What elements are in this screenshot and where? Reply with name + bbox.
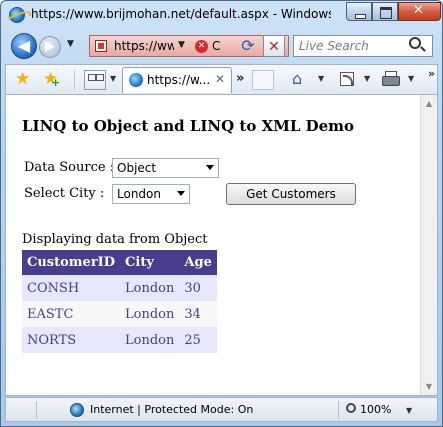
vertical-scrollbar[interactable]: ▲ ▼: [420, 95, 437, 395]
data-source-select[interactable]: Object: [112, 158, 219, 178]
chevron-down-icon: [206, 165, 214, 170]
window-title: https://www.brijmohan.net/default.aspx -…: [31, 7, 331, 21]
close-window-button[interactable]: [398, 2, 441, 21]
table-cell: 34: [179, 301, 217, 327]
zoom-dropdown-icon[interactable]: ▼: [406, 406, 412, 415]
home-icon[interactable]: ⌂: [292, 70, 302, 88]
print-icon[interactable]: [382, 71, 400, 86]
page-heading: LINQ to Object and LINQ to XML Demo: [22, 117, 355, 135]
internet-zone-icon[interactable]: [70, 403, 84, 417]
new-tab-button[interactable]: [252, 70, 274, 90]
table-cell: CONSH: [22, 275, 121, 301]
maximize-button[interactable]: [372, 2, 398, 21]
table-row: EASTC London 34: [22, 301, 217, 327]
column-header: City: [120, 250, 180, 275]
refresh-button[interactable]: ⟳: [237, 35, 259, 57]
status-bar: Internet | Protected Mode: On 100% ▼: [5, 397, 438, 422]
table-cell: London: [120, 301, 180, 327]
data-source-value: Object: [117, 161, 157, 175]
home-dropdown-icon[interactable]: ▼: [318, 74, 324, 83]
toolbar-separator: [74, 70, 75, 90]
print-dropdown-icon[interactable]: ▼: [408, 74, 414, 83]
tab-bar: ★ ★ ▼ https://w... ✕ » ⌂ ▼ ▼ ▼ »: [5, 64, 438, 94]
feeds-icon[interactable]: [340, 72, 354, 86]
column-header: Age: [179, 250, 217, 275]
page-content: LINQ to Object and LINQ to XML Demo Data…: [6, 95, 421, 395]
select-city-value: London: [117, 187, 161, 201]
table-cell: 25: [179, 327, 217, 353]
more-commands-icon[interactable]: »: [428, 67, 435, 80]
stop-button[interactable]: ✕: [263, 35, 285, 57]
title-bar[interactable]: https://www.brijmohan.net/default.aspx -…: [1, 1, 442, 31]
favorites-star-icon[interactable]: ★: [15, 70, 30, 88]
tab-ie-icon: [129, 73, 143, 87]
scroll-down-icon[interactable]: ▼: [423, 382, 435, 391]
search-placeholder: Live Search: [299, 39, 369, 53]
status-separator: [36, 401, 37, 419]
security-zone-text[interactable]: Internet | Protected Mode: On: [90, 403, 253, 416]
quick-tabs-icon[interactable]: [84, 70, 106, 90]
table-cell: London: [120, 275, 180, 301]
table-row: CONSH London 30: [22, 275, 217, 301]
forward-button[interactable]: ▶: [39, 36, 61, 58]
navigation-bar: ◀ ▶ ▼ https://ww ▼ ✕ C ⟳ ✕ Live Search: [1, 31, 442, 61]
recent-pages-dropdown-icon[interactable]: ▼: [67, 39, 74, 49]
page-icon: [95, 40, 107, 52]
chevron-down-icon: [177, 191, 185, 196]
customers-table: CustomerID City Age CONSH London 30 EAST…: [22, 250, 217, 353]
select-city-select[interactable]: London: [112, 184, 190, 204]
table-header-row: CustomerID City Age: [22, 250, 217, 275]
minimize-button[interactable]: [346, 2, 372, 21]
search-icon[interactable]: [409, 37, 421, 49]
browser-window: https://www.brijmohan.net/default.aspx -…: [0, 0, 443, 427]
zoom-level[interactable]: 100%: [360, 403, 391, 416]
page-viewport: LINQ to Object and LINQ to XML Demo Data…: [5, 94, 438, 396]
select-city-label: Select City :: [24, 186, 105, 201]
certificate-error-label[interactable]: C: [212, 39, 220, 53]
status-separator: [338, 401, 339, 419]
address-dropdown-icon[interactable]: ▼: [178, 40, 185, 50]
tab-label[interactable]: https://w...: [147, 73, 209, 87]
ie-logo-icon: [9, 7, 25, 23]
feeds-dropdown-icon[interactable]: ▼: [364, 74, 370, 83]
column-header: CustomerID: [22, 250, 121, 275]
table-cell: NORTS: [22, 327, 121, 353]
add-favorites-icon[interactable]: ★: [43, 70, 61, 92]
table-row: NORTS London 25: [22, 327, 217, 353]
certificate-error-icon[interactable]: ✕: [195, 40, 208, 53]
address-text[interactable]: https://ww: [114, 39, 174, 53]
back-button[interactable]: ◀: [11, 33, 37, 59]
more-tabs-icon[interactable]: »: [236, 71, 244, 86]
scroll-up-icon[interactable]: ▲: [423, 99, 435, 108]
table-cell: EASTC: [22, 301, 121, 327]
table-cell: London: [120, 327, 180, 353]
close-tab-icon[interactable]: ✕: [215, 72, 225, 86]
data-source-label: Data Source :: [24, 160, 115, 175]
tab-current[interactable]: https://w... ✕: [122, 67, 232, 93]
get-customers-button[interactable]: Get Customers: [226, 183, 356, 205]
address-bar[interactable]: https://ww ▼ ✕ C: [89, 35, 289, 57]
table-cell: 30: [179, 275, 217, 301]
zoom-icon[interactable]: [346, 403, 356, 413]
tab-list-dropdown-icon[interactable]: ▼: [110, 74, 116, 83]
data-caption: Displaying data from Object: [22, 232, 208, 247]
